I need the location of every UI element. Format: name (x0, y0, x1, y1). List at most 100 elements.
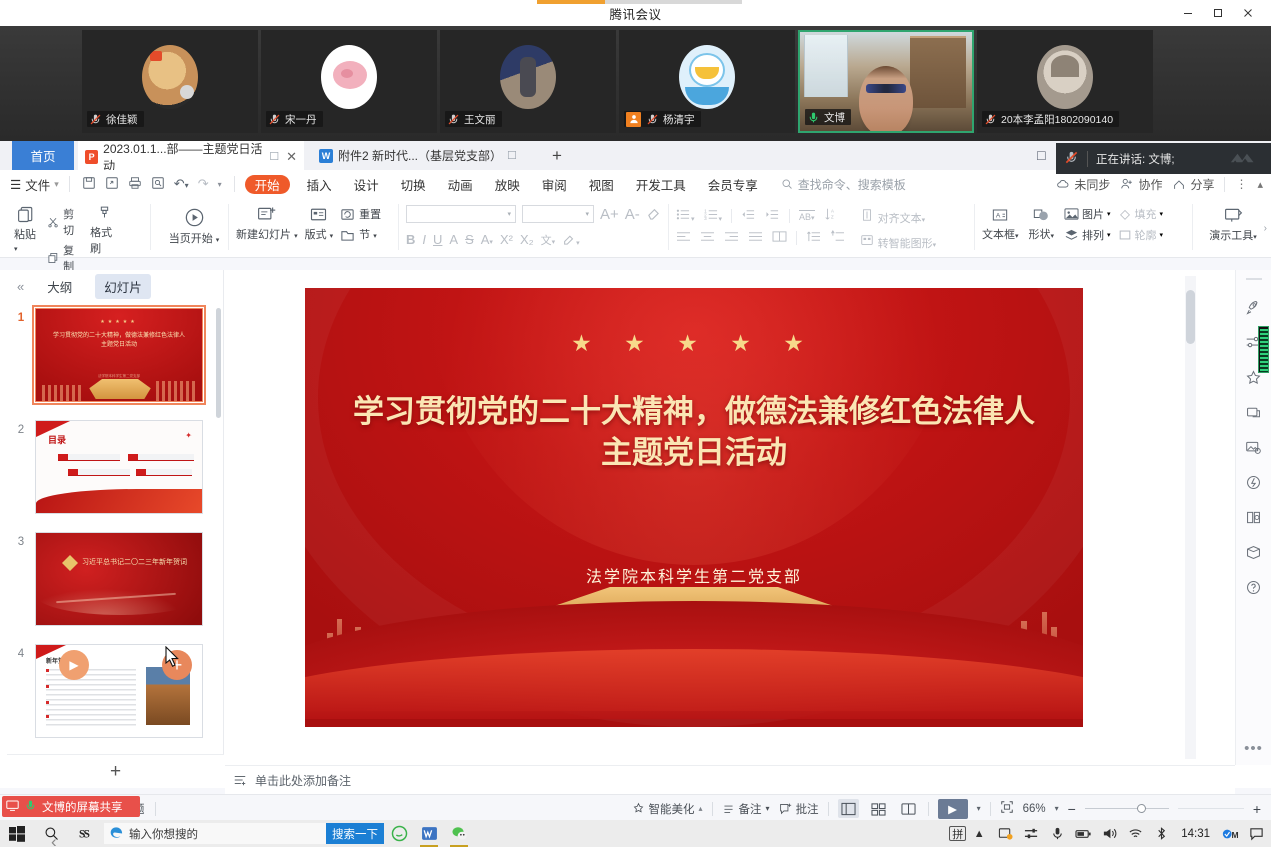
char-effect-button[interactable]: 文▾ (541, 232, 556, 248)
ribbon-tab-view[interactable]: 视图 (578, 170, 625, 198)
format-painter-button[interactable]: 格式刷 (90, 200, 119, 274)
slide-thumbnail[interactable]: ★★★★★ 学习贯彻党的二十大精神，做德法兼修红色法律人主题党日活动 法学院本科… (35, 308, 203, 402)
scroll-left-icon[interactable]: ‹ (51, 832, 57, 847)
slideshow-options-icon[interactable]: ▾ (977, 804, 981, 813)
taskbar-app-wechat[interactable] (444, 820, 474, 847)
strikethrough-button[interactable]: S (465, 232, 474, 247)
increase-indent-icon[interactable] (765, 208, 780, 224)
wifi-icon[interactable] (1122, 820, 1148, 847)
print-preview-icon[interactable] (151, 176, 165, 193)
shadow-button[interactable]: A (449, 232, 458, 247)
more-vertical-icon[interactable]: ⋮ (1235, 177, 1247, 191)
meeting-icon[interactable]: M (1217, 820, 1243, 847)
duplicate-icon[interactable] (1245, 404, 1262, 424)
view-reading-button[interactable] (898, 799, 919, 818)
ribbon-tab-start[interactable]: 开始 (245, 175, 290, 194)
zoom-in-button[interactable]: + (1253, 801, 1261, 817)
line-spacing-icon[interactable] (806, 230, 821, 246)
bullet-list-icon[interactable]: ▾ (676, 208, 695, 224)
paste-button[interactable]: 粘贴 ▾ (14, 200, 39, 274)
layout-button[interactable]: 版式 ▾ (305, 200, 334, 242)
font-name-combo[interactable]: ▾ (406, 205, 516, 223)
canvas-scroll-thumb[interactable] (1186, 290, 1195, 344)
arrange-button[interactable]: 排列▾ (1064, 227, 1111, 243)
reset-button[interactable]: 重置 (340, 206, 381, 222)
zoom-out-button[interactable]: − (1068, 801, 1076, 817)
ribbon-tab-transitions[interactable]: 切换 (390, 170, 437, 198)
command-search[interactable]: 查找命令、搜索模板 (781, 176, 906, 193)
chevron-up-icon[interactable]: ▴ (1257, 178, 1263, 191)
tab-home[interactable]: 首页 (12, 141, 74, 170)
maximize-icon[interactable] (1203, 0, 1233, 26)
settings-icon[interactable] (1018, 820, 1044, 847)
ribbon-tab-animations[interactable]: 动画 (437, 170, 484, 198)
battery-icon[interactable] (1070, 820, 1096, 847)
start-slideshow-button[interactable]: ▶ (938, 799, 968, 819)
print-icon[interactable] (128, 176, 142, 193)
ribbon-tab-insert[interactable]: 插入 (296, 170, 343, 198)
minimize-icon[interactable] (1173, 0, 1203, 26)
thumbnail-play-button[interactable]: ▶ (59, 650, 89, 680)
ribbon-tab-review[interactable]: 审阅 (531, 170, 578, 198)
customize-qat-icon[interactable]: ▾ (218, 180, 222, 189)
taskbar-search-input[interactable]: 输入你想搜的 (104, 823, 326, 844)
participant-tile[interactable]: 宋一丹 (261, 30, 437, 133)
justify-icon[interactable] (748, 230, 763, 246)
clear-format-icon[interactable] (646, 205, 661, 223)
taskbar-app-edge[interactable] (384, 820, 414, 847)
comments-button[interactable]: 批注 (779, 801, 819, 817)
tab-slides[interactable]: 幻灯片 (95, 274, 151, 299)
ribbon-tab-design[interactable]: 设计 (343, 170, 390, 198)
tab-list-icon[interactable]: ☐ (1036, 149, 1047, 163)
ribbon-tab-developer[interactable]: 开发工具 (625, 170, 697, 198)
outline-button[interactable]: 轮廓▾ (1118, 227, 1164, 243)
zoom-slider-knob[interactable] (1137, 804, 1146, 813)
notification-icon[interactable] (1243, 820, 1269, 847)
distribute-icon[interactable] (772, 230, 787, 246)
undo-icon[interactable]: ↶▾ (174, 176, 189, 192)
file-menu-button[interactable]: ☰ 文件 ▾ (0, 175, 65, 194)
participant-tile[interactable]: 杨清宇 (619, 30, 795, 133)
participant-tile[interactable]: 20本李孟阳1802090140 (977, 30, 1153, 133)
chevron-left-icon[interactable]: « (17, 279, 24, 294)
screen-share-indicator[interactable]: 文博的屏幕共享 (2, 796, 140, 817)
view-normal-button[interactable] (838, 799, 859, 818)
italic-button[interactable]: I (422, 232, 426, 247)
align-right-icon[interactable] (724, 230, 739, 246)
search-doc-icon[interactable] (1245, 509, 1262, 529)
rocket-icon[interactable] (1245, 299, 1262, 319)
bluetooth-icon[interactable] (1148, 820, 1174, 847)
redo-icon[interactable]: ↷ (198, 176, 209, 192)
slide-panel-scrollbar[interactable] (216, 308, 221, 418)
slide-thumbnail-item[interactable]: 3 习近平总书记二〇二三年新年贺词 (7, 514, 224, 626)
idea-icon[interactable] (1245, 474, 1262, 494)
superscript-button[interactable]: X² (500, 232, 513, 247)
para-spacing-icon[interactable] (830, 230, 845, 246)
slide-thumbnail-item[interactable]: 1 ★★★★★ 学习贯彻党的二十大精神，做德法兼修红色法律人主题党日活动 法学院… (7, 303, 224, 402)
highlight-button[interactable]: ▾ (562, 231, 580, 248)
new-slide-button[interactable]: 新建幻灯片 ▾ (236, 200, 298, 242)
font-color-button[interactable]: A▾ (481, 232, 493, 247)
section-button[interactable]: 节 ▾ (340, 226, 381, 242)
sort-icon[interactable]: AZ (824, 207, 838, 224)
taskbar-search-button[interactable]: 搜索一下 (326, 823, 384, 844)
picture-button[interactable]: 图片▾ (1064, 206, 1111, 222)
smart-beautify-button[interactable]: 智能美化 ▴ (632, 801, 703, 817)
view-slide-sorter-button[interactable] (868, 799, 889, 818)
chevron-right-icon[interactable]: › (1264, 223, 1267, 234)
align-left-icon[interactable] (676, 230, 691, 246)
close-icon[interactable] (1233, 0, 1263, 26)
participant-tile[interactable]: 王文丽 (440, 30, 616, 133)
underline-button[interactable]: U (433, 232, 442, 247)
subscript-button[interactable]: X₂ (520, 232, 534, 247)
chevron-up-icon[interactable]: ▲ (966, 820, 992, 847)
tab-document-1[interactable]: P 2023.01.1...部——主题党日活动 ☐ ✕ (78, 141, 304, 170)
windows-start-icon[interactable] (0, 820, 34, 847)
image-tools-icon[interactable] (1245, 439, 1262, 459)
bold-button[interactable]: B (406, 232, 415, 247)
notes-toggle-button[interactable]: 备注▾ (722, 801, 770, 817)
new-tab-button[interactable]: + (542, 141, 572, 170)
decrease-indent-icon[interactable] (741, 208, 756, 224)
align-text-button[interactable]: 对齐文本▾ (860, 208, 925, 226)
zoom-options-icon[interactable]: ▾ (1055, 804, 1059, 813)
